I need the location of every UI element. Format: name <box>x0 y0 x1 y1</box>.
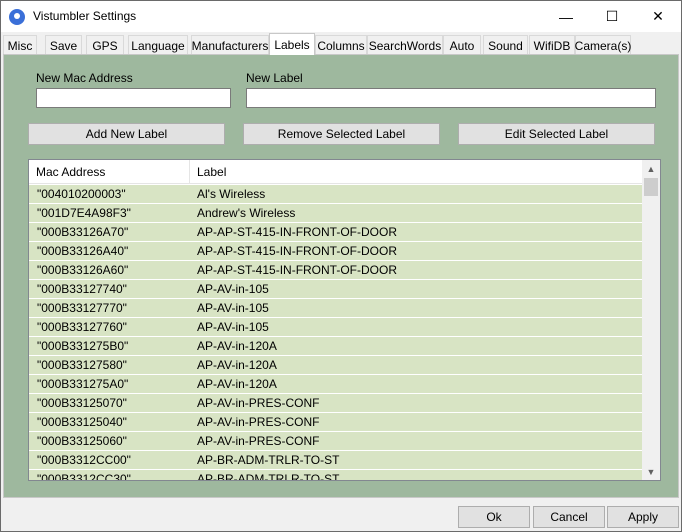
tab-misc[interactable]: Misc <box>3 35 37 55</box>
mac-address-cell: "000B33127580" <box>37 358 127 372</box>
label-cell: AP-BR-ADM-TRLR-TO-ST <box>197 472 340 480</box>
list-header: Mac Address Label <box>29 160 642 184</box>
mac-address-cell: "000B3312CC00" <box>37 453 131 467</box>
list-body: "004010200003" Al's Wireless "001D7E4A98F3… <box>29 185 642 480</box>
scroll-thumb[interactable] <box>644 178 658 196</box>
mac-address-cell: "000B331275A0" <box>37 377 129 391</box>
minimize-button[interactable]: — <box>543 1 589 32</box>
tab-auto[interactable]: Auto <box>443 35 481 55</box>
apply-button[interactable]: Apply <box>607 506 679 528</box>
table-row[interactable]: "000B33126A60" AP-AP-ST-415-IN-FRONT-OF-D… <box>29 261 642 280</box>
cancel-button[interactable]: Cancel <box>533 506 605 528</box>
table-row[interactable]: "000B3312CC30" AP-BR-ADM-TRLR-TO-ST <box>29 470 642 480</box>
labels-panel: New Mac Address New Label Add New Label … <box>3 54 679 498</box>
column-header-mac-address[interactable]: Mac Address <box>29 160 190 184</box>
tab-gps[interactable]: GPS <box>86 35 124 55</box>
labels-list[interactable]: Mac Address Label "004010200003" Al's Wir… <box>28 159 661 481</box>
maximize-button[interactable]: ☐ <box>589 1 635 32</box>
mac-address-cell: "004010200003" <box>37 187 126 201</box>
mac-address-cell: "000B33127740" <box>37 282 127 296</box>
vistumbler-app-icon <box>9 9 25 25</box>
tab-wifidb[interactable]: WifiDB <box>529 35 575 55</box>
window-title: Vistumbler Settings <box>33 9 137 23</box>
mac-address-cell: "000B331275B0" <box>37 339 129 353</box>
settings-tabs: Misc Save GPS Language Manufacturers Lab… <box>3 33 679 55</box>
label-cell: AP-AP-ST-415-IN-FRONT-OF-DOOR <box>197 244 398 258</box>
scroll-down-arrow-icon[interactable]: ▼ <box>642 463 660 480</box>
table-row[interactable]: "004010200003" Al's Wireless <box>29 185 642 204</box>
vertical-scrollbar[interactable]: ▲ ▼ <box>642 160 660 480</box>
tab-language[interactable]: Language <box>128 35 188 55</box>
label-cell: AP-AV-in-PRES-CONF <box>197 396 320 410</box>
add-new-label-button[interactable]: Add New Label <box>28 123 225 145</box>
table-row[interactable]: "000B331275B0" AP-AV-in-120A <box>29 337 642 356</box>
close-button[interactable]: ✕ <box>635 1 681 32</box>
label-cell: AP-AV-in-120A <box>197 358 277 372</box>
label-cell: AP-AP-ST-415-IN-FRONT-OF-DOOR <box>197 263 398 277</box>
label-cell: AP-AV-in-105 <box>197 320 269 334</box>
table-row[interactable]: "000B331275A0" AP-AV-in-120A <box>29 375 642 394</box>
mac-address-cell: "000B33125070" <box>37 396 127 410</box>
new-mac-address-label: New Mac Address <box>36 71 133 85</box>
new-mac-address-input[interactable] <box>36 88 231 108</box>
mac-address-cell: "000B33126A70" <box>37 225 129 239</box>
label-cell: AP-AV-in-120A <box>197 339 277 353</box>
label-cell: AP-AV-in-PRES-CONF <box>197 434 320 448</box>
table-row[interactable]: "000B33125060" AP-AV-in-PRES-CONF <box>29 432 642 451</box>
label-cell: Andrew's Wireless <box>197 206 296 220</box>
column-header-label[interactable]: Label <box>190 160 642 184</box>
edit-selected-label-button[interactable]: Edit Selected Label <box>458 123 655 145</box>
table-row[interactable]: "000B33127740" AP-AV-in-105 <box>29 280 642 299</box>
label-cell: AP-AV-in-105 <box>197 282 269 296</box>
tab-sound[interactable]: Sound <box>483 35 528 55</box>
settings-window: Vistumbler Settings — ☐ ✕ Misc Save GPS … <box>0 0 682 532</box>
tab-columns[interactable]: Columns <box>315 35 367 55</box>
label-cell: AP-BR-ADM-TRLR-TO-ST <box>197 453 340 467</box>
label-cell: AP-AV-in-PRES-CONF <box>197 415 320 429</box>
mac-address-cell: "000B33127760" <box>37 320 127 334</box>
table-row[interactable]: "000B33127580" AP-AV-in-120A <box>29 356 642 375</box>
new-label-label: New Label <box>246 71 303 85</box>
tab-labels[interactable]: Labels <box>269 33 315 55</box>
mac-address-cell: "000B33125060" <box>37 434 127 448</box>
tab-save[interactable]: Save <box>45 35 82 55</box>
label-cell: AP-AV-in-105 <box>197 301 269 315</box>
table-row[interactable]: "000B33126A40" AP-AP-ST-415-IN-FRONT-OF-D… <box>29 242 642 261</box>
mac-address-cell: "000B33126A40" <box>37 244 129 258</box>
table-row[interactable]: "000B33125040" AP-AV-in-PRES-CONF <box>29 413 642 432</box>
new-label-input[interactable] <box>246 88 656 108</box>
table-row[interactable]: "000B33125070" AP-AV-in-PRES-CONF <box>29 394 642 413</box>
mac-address-cell: "000B33126A60" <box>37 263 129 277</box>
table-row[interactable]: "001D7E4A98F3" Andrew's Wireless <box>29 204 642 223</box>
table-row[interactable]: "000B33127760" AP-AV-in-105 <box>29 318 642 337</box>
label-cell: AP-AV-in-120A <box>197 377 277 391</box>
mac-address-cell: "001D7E4A98F3" <box>37 206 131 220</box>
table-row[interactable]: "000B33126A70" AP-AP-ST-415-IN-FRONT-OF-D… <box>29 223 642 242</box>
mac-address-cell: "000B33127770" <box>37 301 127 315</box>
mac-address-cell: "000B33125040" <box>37 415 127 429</box>
tab-searchwords[interactable]: SearchWords <box>367 35 443 55</box>
label-cell: AP-AP-ST-415-IN-FRONT-OF-DOOR <box>197 225 398 239</box>
tab-manufacturers[interactable]: Manufacturers <box>191 35 269 55</box>
label-cell: Al's Wireless <box>197 187 266 201</box>
remove-selected-label-button[interactable]: Remove Selected Label <box>243 123 440 145</box>
scroll-up-arrow-icon[interactable]: ▲ <box>642 160 660 177</box>
title-bar[interactable]: Vistumbler Settings — ☐ ✕ <box>1 1 681 32</box>
mac-address-cell: "000B3312CC30" <box>37 472 131 480</box>
ok-button[interactable]: Ok <box>458 506 530 528</box>
table-row[interactable]: "000B3312CC00" AP-BR-ADM-TRLR-TO-ST <box>29 451 642 470</box>
tab-cameras[interactable]: Camera(s) <box>575 35 631 55</box>
table-row[interactable]: "000B33127770" AP-AV-in-105 <box>29 299 642 318</box>
